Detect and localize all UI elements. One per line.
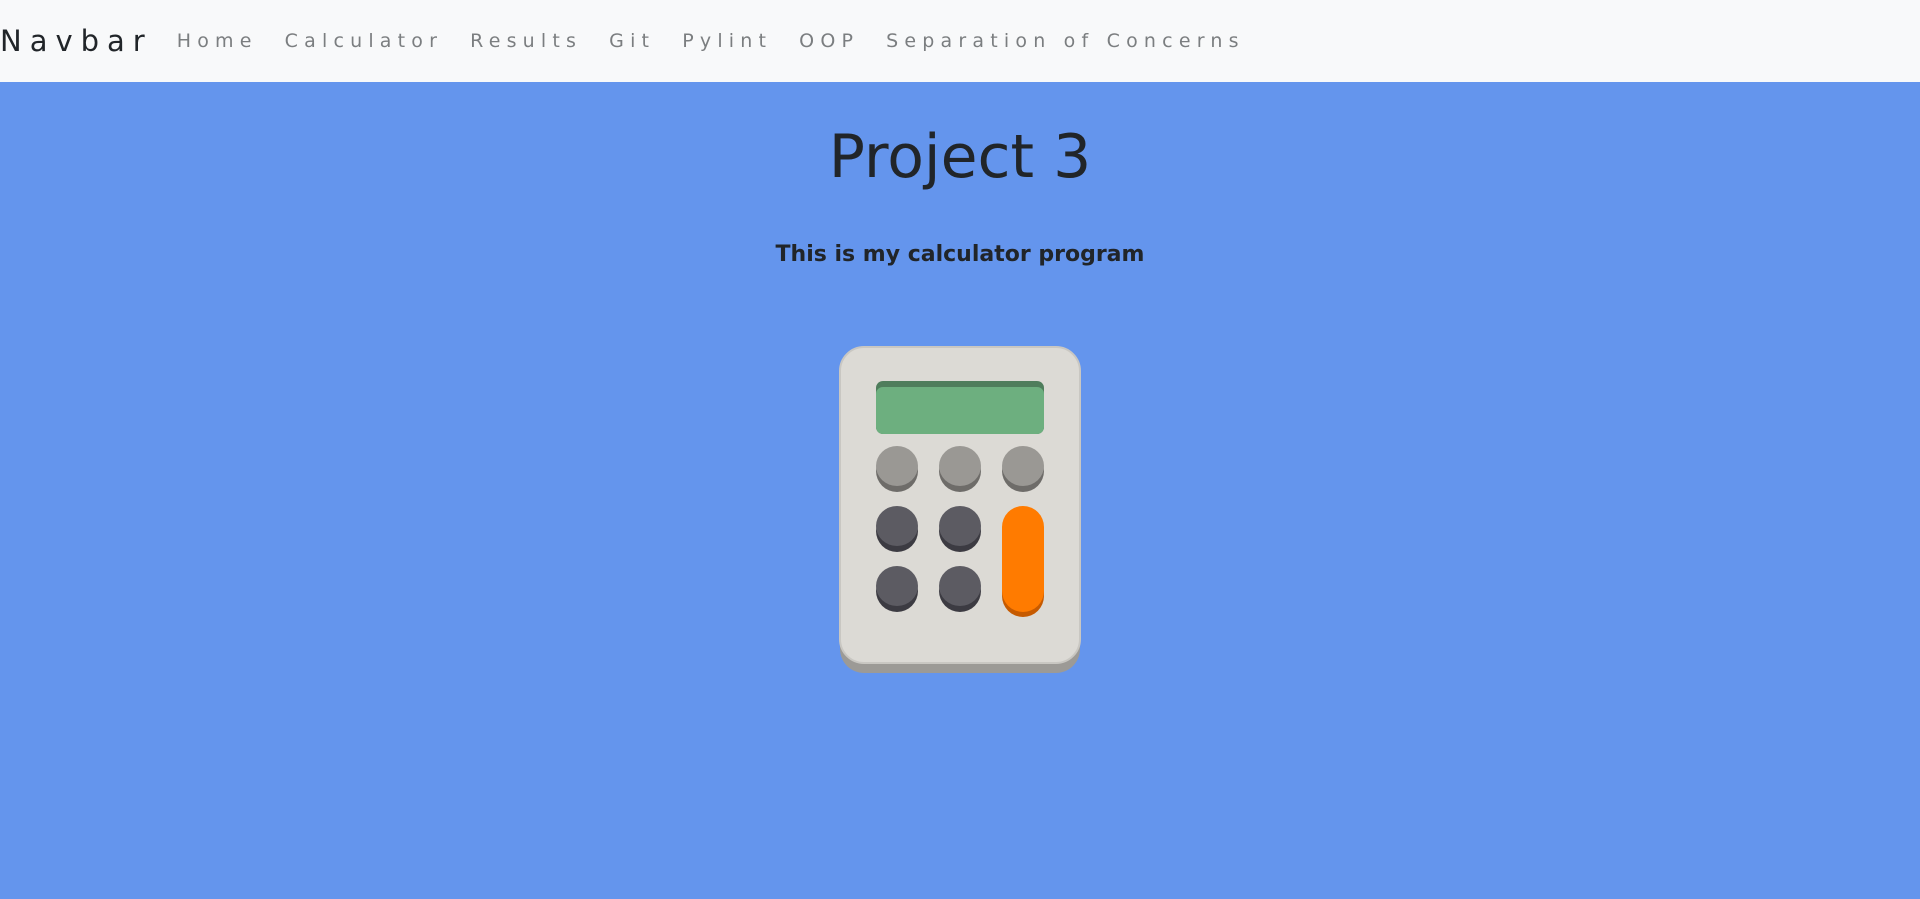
page-subtitle: This is my calculator program (775, 242, 1145, 267)
nav-link-separation-of-concerns[interactable]: Separation of Concerns (886, 30, 1253, 52)
navbar-brand[interactable]: Navbar (0, 24, 177, 58)
nav-link-results[interactable]: Results (470, 30, 590, 52)
nav-list: Home Calculator Results Git Pylint OOP S… (177, 30, 1272, 52)
nav-link-pylint[interactable]: Pylint (682, 30, 780, 52)
nav-link-oop[interactable]: OOP (799, 30, 867, 52)
calculator-icon (838, 345, 1082, 673)
nav-link-calculator[interactable]: Calculator (285, 30, 451, 52)
nav-link-home[interactable]: Home (177, 30, 266, 52)
nav-link-git[interactable]: Git (609, 30, 663, 52)
navbar: Navbar Home Calculator Results Git Pylin… (0, 0, 1920, 82)
page-title: Project 3 (828, 122, 1092, 192)
main-content: Project 3 This is my calculator program (0, 82, 1920, 899)
